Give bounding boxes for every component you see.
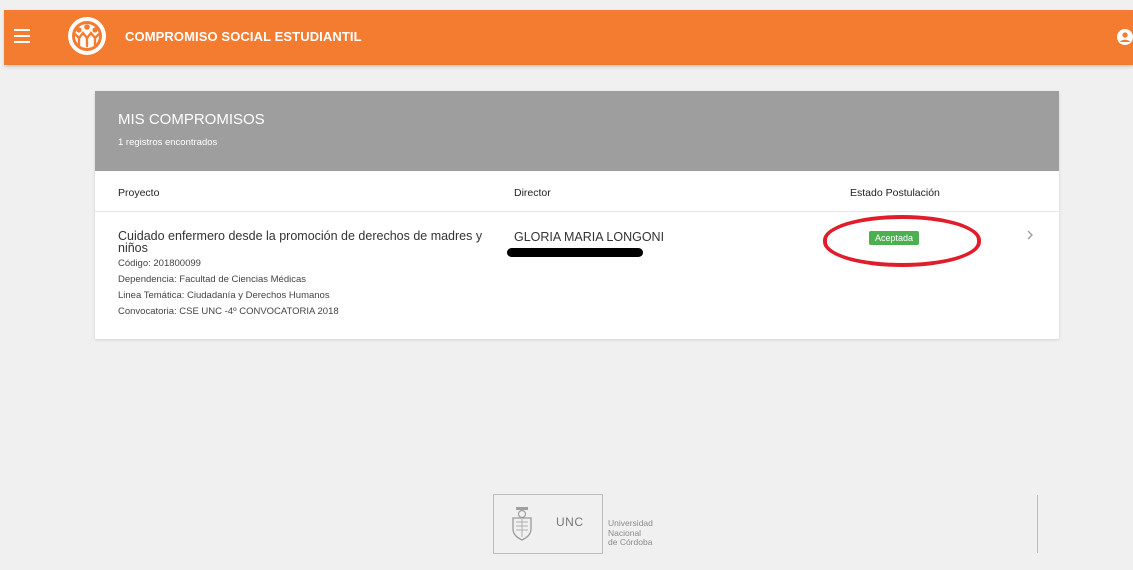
project-name: Cuidado enfermero desde la promoción de … (118, 229, 483, 255)
project-theme: Linea Temática: Ciudadanía y Derechos Hu… (118, 290, 330, 301)
column-header-status: Estado Postulación (850, 187, 940, 199)
project-code: Código: 201800099 (118, 258, 201, 269)
university-name: Universidad Nacional de Córdoba (608, 518, 653, 548)
commitments-card: MIS COMPROMISOS 1 registros encontrados … (95, 91, 1059, 339)
status-badge: Aceptada (869, 231, 920, 245)
logo-divider (1037, 495, 1038, 553)
unc-label: UNC (556, 515, 584, 529)
records-count: 1 registros encontrados (118, 137, 218, 148)
hamburger-menu-icon[interactable] (14, 29, 30, 43)
chevron-right-icon[interactable] (1024, 227, 1036, 243)
university-shield-icon (512, 507, 532, 541)
page: COMPROMISO SOCIAL ESTUDIANTIL MIS COMPRO… (0, 0, 1133, 570)
people-circle-logo (68, 17, 106, 55)
column-header-project: Proyecto (118, 187, 160, 199)
user-account-icon[interactable] (1117, 29, 1133, 45)
university-line-3: de Córdoba (608, 537, 653, 547)
redaction-mark (507, 248, 643, 257)
table-row[interactable]: Cuidado enfermero desde la promoción de … (95, 212, 1059, 339)
app-title: COMPROMISO SOCIAL ESTUDIANTIL (125, 29, 362, 44)
director-name: GLORIA MARIA LONGONI (514, 230, 665, 244)
card-header: MIS COMPROMISOS 1 registros encontrados (95, 91, 1059, 171)
card-title: MIS COMPROMISOS (118, 111, 265, 128)
top-app-bar: COMPROMISO SOCIAL ESTUDIANTIL (4, 10, 1133, 65)
project-call: Convocatoria: CSE UNC -4º CONVOCATORIA 2… (118, 306, 339, 317)
project-dependency: Dependencia: Facultad de Ciencias Médica… (118, 274, 306, 285)
column-header-director: Director (514, 187, 551, 199)
unc-logo: UNC (493, 494, 1038, 554)
